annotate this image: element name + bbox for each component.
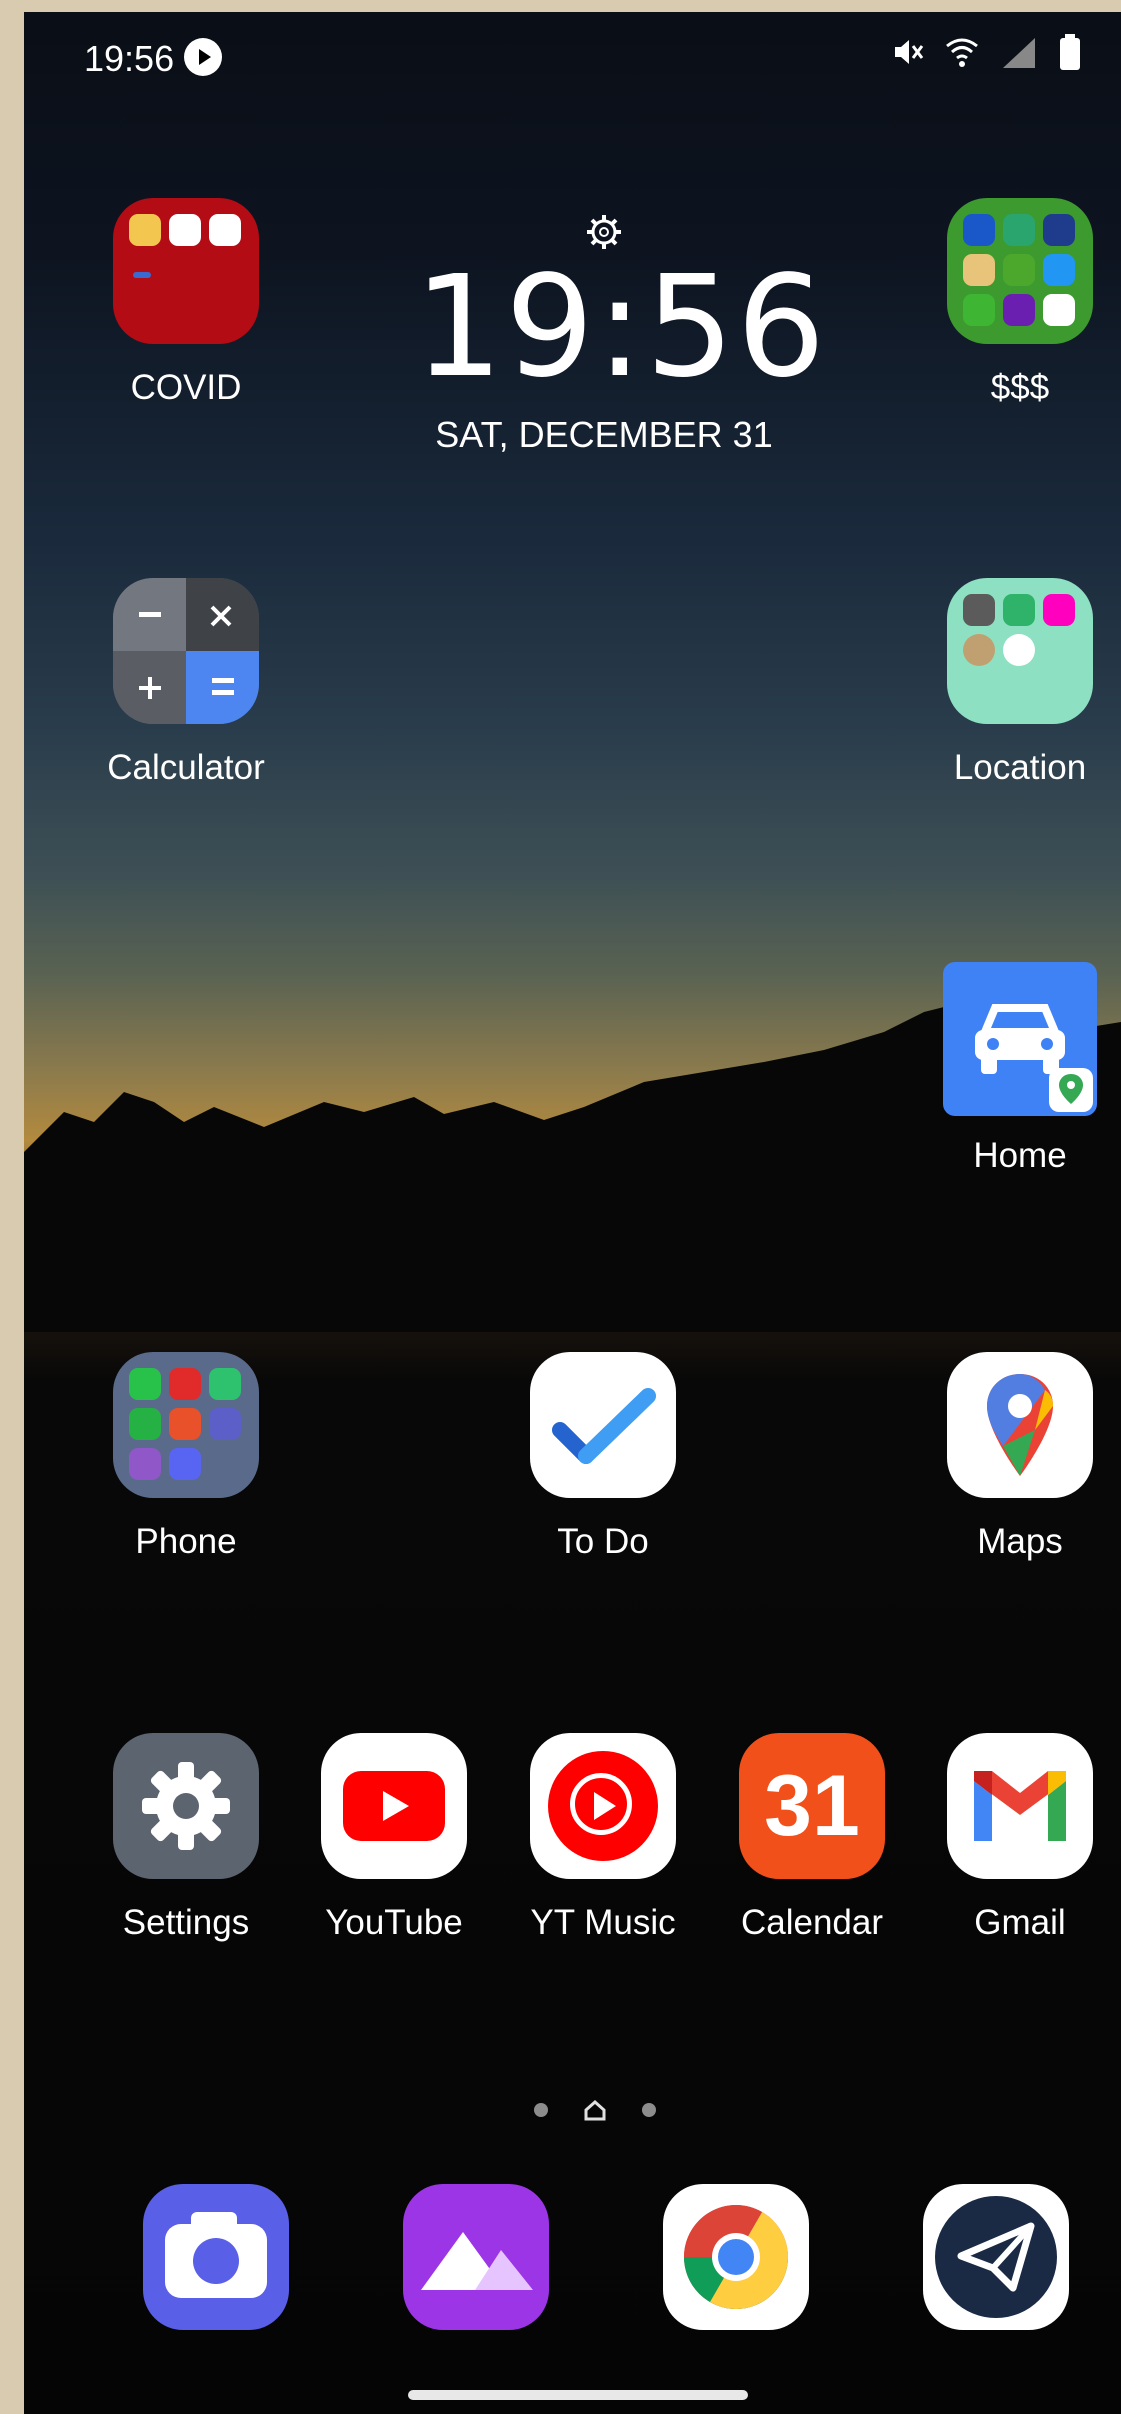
app-calculator[interactable]: Calculator (86, 578, 286, 788)
status-bar: 19:56 (24, 12, 1121, 102)
clock-date: SAT, DECEMBER 31 (435, 414, 773, 455)
app-youtube[interactable]: YouTube (294, 1733, 494, 1943)
telegram-icon (923, 2184, 1069, 2330)
folder-location[interactable]: Location (920, 578, 1120, 788)
settings-gear-icon (113, 1733, 259, 1879)
gmail-icon (947, 1733, 1093, 1879)
app-label-location: Location (953, 748, 1087, 787)
folder-money[interactable]: $$$ (920, 198, 1120, 408)
mute-icon (895, 40, 924, 64)
app-settings[interactable]: Settings (86, 1733, 286, 1943)
wifi-icon (946, 38, 978, 67)
app-label-covid: COVID (130, 368, 242, 407)
calendar-icon: 31 (739, 1733, 885, 1879)
app-label-todo: To Do (557, 1522, 649, 1561)
play-icon (184, 38, 222, 76)
app-maps[interactable]: Maps (920, 1352, 1120, 1562)
app-ytmusic[interactable]: YT Music (503, 1733, 703, 1943)
ytmusic-icon (530, 1733, 676, 1879)
clock-time: 19:56 (414, 246, 828, 409)
status-time: 19:56 (84, 38, 175, 79)
page-indicator[interactable] (534, 2099, 656, 2121)
home-screen: 19:56 19:56 SAT, DECEMBER 31 COVID $$$ C… (24, 12, 1121, 2414)
app-gmail[interactable]: Gmail (920, 1733, 1120, 1943)
app-todo[interactable]: To Do (503, 1352, 703, 1562)
app-calendar[interactable]: 31 Calendar (712, 1733, 912, 1943)
app-label-money: $$$ (990, 368, 1050, 407)
phone-folder-icon (113, 1352, 259, 1498)
calendar-day-number: 31 (764, 1758, 860, 1854)
camera-icon (143, 2184, 289, 2330)
app-label-ytmusic: YT Music (530, 1903, 676, 1942)
maps-pin-icon (947, 1352, 1093, 1498)
battery-icon (1060, 34, 1080, 70)
app-label-gmail: Gmail (974, 1903, 1066, 1942)
dock-camera[interactable] (116, 2184, 316, 2330)
page-dot[interactable] (642, 2103, 656, 2117)
app-label-phone: Phone (135, 1522, 237, 1561)
gallery-mountain-icon (403, 2184, 549, 2330)
page-dot[interactable] (534, 2103, 548, 2117)
dock-chrome[interactable] (636, 2184, 836, 2330)
signal-icon (1003, 38, 1035, 68)
covid-folder-icon (113, 198, 259, 344)
dock-telegram[interactable] (896, 2184, 1096, 2330)
app-label-calendar: Calendar (740, 1903, 884, 1942)
location-folder-icon (947, 578, 1093, 724)
chrome-icon (663, 2184, 809, 2330)
folder-phone[interactable]: Phone (86, 1352, 286, 1562)
app-label-home: Home (973, 1136, 1067, 1175)
folder-covid[interactable]: COVID (86, 198, 286, 408)
shortcut-home[interactable]: Home (920, 962, 1120, 1176)
dock-gallery[interactable] (376, 2184, 576, 2330)
gesture-bar[interactable] (408, 2390, 748, 2400)
app-label-calculator: Calculator (107, 748, 265, 787)
home-page-icon[interactable] (584, 2099, 606, 2121)
youtube-play-icon (321, 1733, 467, 1879)
calculator-icon (113, 578, 259, 724)
car-icon (943, 962, 1097, 1116)
todo-check-icon (530, 1352, 676, 1498)
clock-widget[interactable]: 19:56 SAT, DECEMBER 31 (414, 212, 828, 456)
app-label-youtube: YouTube (325, 1903, 463, 1942)
money-folder-icon (947, 198, 1093, 344)
app-label-settings: Settings (122, 1903, 250, 1942)
app-label-maps: Maps (977, 1522, 1063, 1561)
